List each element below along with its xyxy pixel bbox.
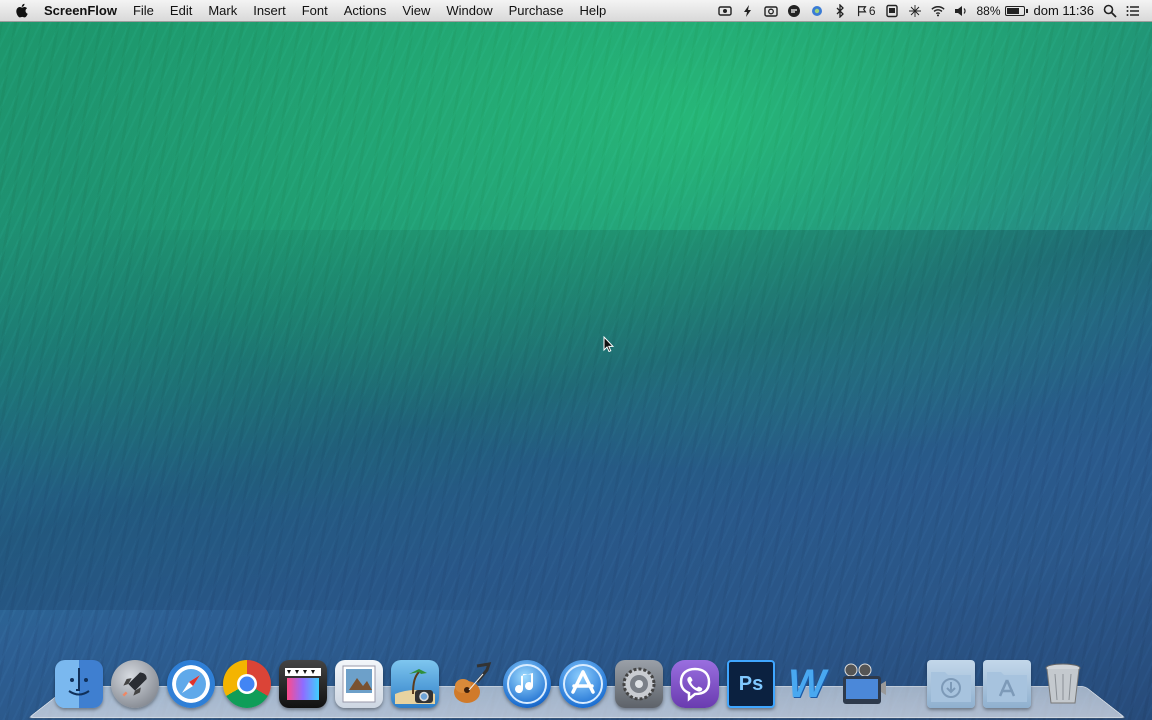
menu-file[interactable]: File xyxy=(125,0,162,22)
apple-menu-icon[interactable] xyxy=(12,3,30,18)
list-icon[interactable] xyxy=(908,4,922,18)
menu-bar: ScreenFlow File Edit Mark Insert Font Ac… xyxy=(0,0,1152,22)
camera-icon[interactable] xyxy=(764,4,778,18)
trash-icon[interactable] xyxy=(1039,660,1087,708)
wifi-icon[interactable] xyxy=(930,4,945,18)
menu-window[interactable]: Window xyxy=(438,0,500,22)
chrome-icon[interactable] xyxy=(223,660,271,708)
system-preferences-icon[interactable] xyxy=(615,660,663,708)
wallpaper-texture xyxy=(0,22,1152,720)
bluetooth-icon[interactable] xyxy=(833,3,847,18)
menu-font[interactable]: Font xyxy=(294,0,336,22)
menu-view[interactable]: View xyxy=(394,0,438,22)
battery-indicator[interactable]: 88% xyxy=(976,3,1028,18)
volume-icon[interactable] xyxy=(954,4,968,18)
menu-edit[interactable]: Edit xyxy=(162,0,200,22)
photoshop-label: Ps xyxy=(738,672,764,695)
imovie-icon[interactable] xyxy=(839,660,887,708)
sync-icon[interactable] xyxy=(810,4,824,18)
flag-icon[interactable]: 6 xyxy=(856,4,876,18)
word-icon[interactable]: W xyxy=(783,660,831,708)
menu-purchase[interactable]: Purchase xyxy=(501,0,572,22)
menu-help[interactable]: Help xyxy=(572,0,615,22)
iphoto-icon[interactable] xyxy=(391,660,439,708)
bolt-icon[interactable] xyxy=(741,4,755,18)
downloads-folder-icon[interactable] xyxy=(927,660,975,708)
viber-icon[interactable] xyxy=(671,660,719,708)
final-cut-icon[interactable] xyxy=(279,660,327,708)
spotlight-icon[interactable] xyxy=(1103,4,1117,18)
launchpad-icon[interactable] xyxy=(111,660,159,708)
menu-actions[interactable]: Actions xyxy=(336,0,395,22)
screenflow-record-icon[interactable] xyxy=(718,4,732,18)
status-area: 6 88% dom 11:36 xyxy=(718,3,1152,18)
app-store-icon[interactable] xyxy=(559,660,607,708)
photoshop-icon[interactable]: Ps xyxy=(727,660,775,708)
display-icon[interactable] xyxy=(885,4,899,18)
notification-count: 6 xyxy=(868,3,876,18)
wallpaper-wave-shadow xyxy=(0,230,1152,610)
battery-fill xyxy=(1006,7,1019,14)
mouse-cursor-icon xyxy=(603,336,614,352)
itunes-icon[interactable] xyxy=(503,660,551,708)
dock: Ps W xyxy=(55,652,1087,708)
clock[interactable]: dom 11:36 xyxy=(1034,3,1094,18)
finder-icon[interactable] xyxy=(55,660,103,708)
applications-folder-icon[interactable] xyxy=(983,660,1031,708)
battery-icon xyxy=(1004,5,1028,16)
chat-icon[interactable] xyxy=(787,4,801,18)
menu-insert[interactable]: Insert xyxy=(245,0,294,22)
word-label: W xyxy=(788,661,826,706)
preview-icon[interactable] xyxy=(335,660,383,708)
app-menu-screenflow[interactable]: ScreenFlow xyxy=(38,0,125,22)
menu-mark[interactable]: Mark xyxy=(200,0,245,22)
notification-center-icon[interactable] xyxy=(1126,4,1140,18)
battery-percent: 88% xyxy=(976,3,1001,18)
garageband-icon[interactable] xyxy=(447,660,495,708)
safari-icon[interactable] xyxy=(167,660,215,708)
